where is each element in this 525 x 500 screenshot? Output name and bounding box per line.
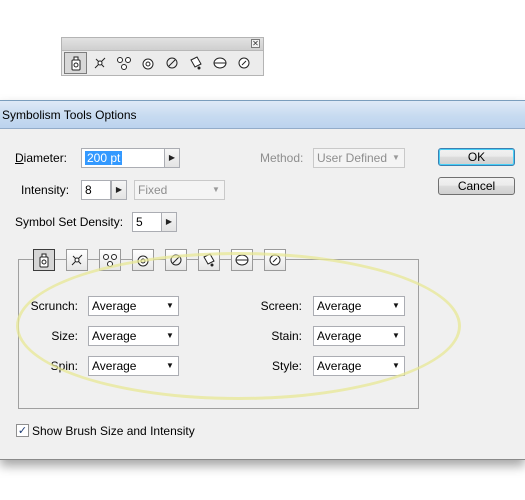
- intensity-value: 8: [85, 183, 92, 197]
- symbol-scruncher-icon: [103, 254, 117, 267]
- spin-label: Spin:: [50, 359, 78, 373]
- symbolism-tools-panel: ✕: [61, 37, 264, 76]
- panel-symbol-sizer-tool[interactable]: [136, 52, 159, 74]
- panel-titlebar[interactable]: ✕: [62, 38, 263, 51]
- chevron-down-icon: ▼: [392, 301, 400, 310]
- panel-symbol-styler-tool[interactable]: [232, 52, 255, 74]
- spin-select[interactable]: Average ▼: [88, 356, 179, 376]
- scrunch-value: Average: [92, 299, 137, 313]
- panel-tool-row: [64, 52, 255, 74]
- intensity-mode-select[interactable]: Fixed ▼: [134, 180, 225, 200]
- symbolism-tools-options-dialog: Symbolism Tools Options Diameter: 200 pt…: [0, 100, 525, 460]
- symbol-styler-tool-button[interactable]: [264, 249, 286, 271]
- intensity-mode-value: Fixed: [138, 183, 168, 197]
- chevron-down-icon: ▼: [392, 153, 400, 162]
- size-select[interactable]: Average ▼: [88, 326, 179, 346]
- style-select[interactable]: Average ▼: [313, 356, 405, 376]
- dialog-titlebar[interactable]: Symbolism Tools Options: [0, 101, 525, 129]
- chevron-down-icon: ▼: [392, 361, 400, 370]
- symbol-sprayer-icon: [39, 253, 49, 268]
- close-icon[interactable]: ✕: [251, 39, 260, 48]
- diameter-label: Diameter:: [15, 151, 68, 165]
- symbol-stainer-icon: [203, 253, 215, 267]
- chevron-down-icon: ▼: [166, 331, 174, 340]
- density-value: 5: [136, 215, 143, 229]
- symbol-scruncher-tool-button[interactable]: [99, 249, 121, 271]
- cancel-button[interactable]: Cancel: [438, 177, 515, 195]
- intensity-field[interactable]: 8: [81, 180, 111, 200]
- chevron-down-icon: ▼: [166, 301, 174, 310]
- symbol-sizer-icon: [137, 255, 149, 267]
- symbol-sprayer-tool-button[interactable]: [33, 249, 55, 271]
- size-value: Average: [92, 329, 137, 343]
- diameter-field[interactable]: 200 pt: [81, 148, 165, 168]
- show-brush-label: Show Brush Size and Intensity: [32, 424, 195, 438]
- symbol-spinner-tool-button[interactable]: [165, 249, 187, 271]
- diameter-label-text: iameter:: [23, 151, 68, 165]
- symbol-sprayer-icon: [71, 56, 80, 71]
- density-stepper-button[interactable]: ▶: [161, 212, 177, 232]
- stain-select[interactable]: Average ▼: [313, 326, 405, 346]
- symbol-spinner-icon: [170, 254, 182, 266]
- show-brush-checkbox[interactable]: ✓: [16, 424, 29, 437]
- screen-value: Average: [317, 299, 362, 313]
- symbol-scruncher-icon: [116, 57, 131, 70]
- symbol-sizer-tool-button[interactable]: [132, 249, 154, 271]
- symbol-styler-icon: [238, 57, 249, 69]
- symbol-stainer-icon: [189, 56, 202, 70]
- panel-symbol-stainer-tool[interactable]: [184, 52, 207, 74]
- chevron-down-icon: ▼: [212, 185, 220, 194]
- density-label: Symbol Set Density:: [15, 215, 124, 229]
- method-value: User Defined: [317, 151, 388, 165]
- tool-row: [33, 249, 286, 271]
- symbol-screener-icon: [213, 57, 226, 69]
- density-field[interactable]: 5: [132, 212, 162, 232]
- panel-symbol-shifter-tool[interactable]: [88, 52, 111, 74]
- dialog-title: Symbolism Tools Options: [2, 108, 137, 122]
- method-label: Method:: [260, 151, 304, 165]
- symbol-styler-icon: [269, 254, 281, 266]
- scrunch-label: Scrunch:: [30, 299, 78, 313]
- symbol-shifter-tool-button[interactable]: [66, 249, 88, 271]
- symbol-spinner-icon: [166, 57, 177, 69]
- stain-value: Average: [317, 329, 362, 343]
- panel-symbol-sprayer-tool[interactable]: [64, 52, 87, 74]
- intensity-label: Intensity:: [21, 183, 70, 197]
- spin-value: Average: [92, 359, 137, 373]
- symbol-screener-tool-button[interactable]: [231, 249, 253, 271]
- panel-symbol-spinner-tool[interactable]: [160, 52, 183, 74]
- symbol-shifter-icon: [71, 254, 83, 266]
- method-select[interactable]: User Defined ▼: [313, 148, 405, 168]
- panel-symbol-screener-tool[interactable]: [208, 52, 231, 74]
- diameter-stepper-button[interactable]: ▶: [164, 148, 180, 168]
- symbol-stainer-tool-button[interactable]: [198, 249, 220, 271]
- style-label: Style:: [271, 359, 302, 373]
- style-value: Average: [317, 359, 362, 373]
- chevron-down-icon: ▼: [166, 361, 174, 370]
- chevron-down-icon: ▼: [392, 331, 400, 340]
- panel-symbol-scruncher-tool[interactable]: [112, 52, 135, 74]
- stain-label: Stain:: [271, 329, 302, 343]
- ok-button[interactable]: OK: [438, 148, 515, 166]
- symbol-screener-icon: [235, 254, 249, 266]
- diameter-value: 200 pt: [85, 151, 123, 165]
- symbol-shifter-icon: [94, 57, 105, 69]
- intensity-stepper-button[interactable]: ▶: [111, 180, 127, 200]
- symbol-sizer-icon: [142, 58, 153, 70]
- screen-label: Screen:: [260, 299, 302, 313]
- size-label: Size:: [51, 329, 78, 343]
- screen-select[interactable]: Average ▼: [313, 296, 405, 316]
- scrunch-select[interactable]: Average ▼: [88, 296, 179, 316]
